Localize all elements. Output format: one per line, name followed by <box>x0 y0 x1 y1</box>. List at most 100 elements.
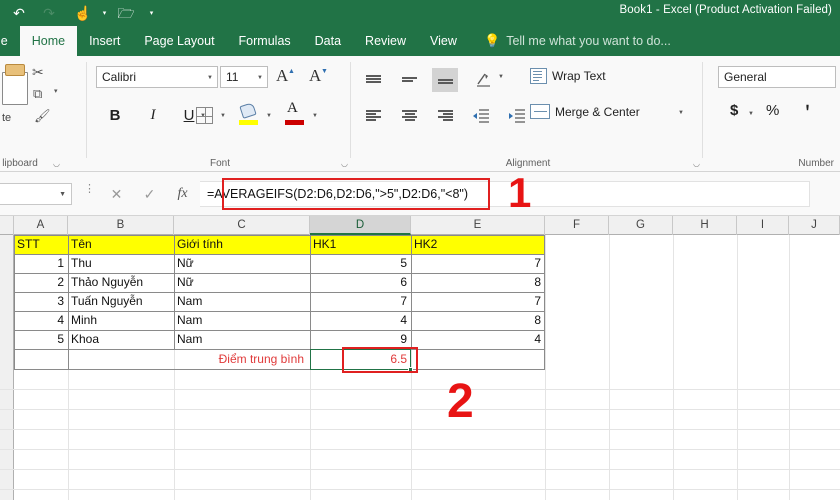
tell-me-search[interactable]: 💡 Tell me what you want to do... <box>484 26 671 56</box>
cell-d1[interactable]: HK1 <box>310 235 411 254</box>
fill-color-caret-icon[interactable]: ▼ <box>266 113 272 119</box>
increase-indent-icon[interactable] <box>504 104 530 128</box>
clipboard-more-icon[interactable]: ▾ <box>54 87 58 95</box>
percent-icon[interactable]: % <box>766 102 779 119</box>
font-color-caret-icon[interactable]: ▼ <box>312 113 318 119</box>
column-header-i[interactable]: I <box>737 216 789 235</box>
cell-c1[interactable]: Giới tính <box>174 235 310 254</box>
cell-e5[interactable]: 8 <box>411 311 545 330</box>
cell-e2[interactable]: 7 <box>411 254 545 273</box>
currency-caret-icon[interactable]: ▼ <box>748 111 754 117</box>
column-header-h[interactable]: H <box>673 216 737 235</box>
column-header-j[interactable]: J <box>789 216 840 235</box>
cell-b6[interactable]: Khoa <box>68 330 174 349</box>
shrink-font-icon[interactable]: A ▼ <box>309 66 328 86</box>
cell-e3[interactable]: 8 <box>411 273 545 292</box>
font-size-caret-icon[interactable]: ▼ <box>257 75 263 81</box>
column-header-f[interactable]: F <box>545 216 609 235</box>
font-size-input[interactable]: 11 ▼ <box>220 66 268 88</box>
column-header-e[interactable]: E <box>411 216 545 235</box>
cell-c4[interactable]: Nam <box>174 292 310 311</box>
cell-summary-label[interactable]: Điểm trung bình <box>68 349 310 369</box>
tab-data[interactable]: Data <box>303 26 353 56</box>
decrease-indent-icon[interactable] <box>468 104 494 128</box>
column-header-g[interactable]: G <box>609 216 673 235</box>
grow-font-icon[interactable]: A ▲ <box>276 66 295 86</box>
cell-d6[interactable]: 9 <box>310 330 411 349</box>
font-color-icon[interactable]: A <box>284 100 306 128</box>
italic-button[interactable]: I <box>140 102 166 128</box>
name-box-caret-icon[interactable]: ▼ <box>59 191 66 198</box>
name-box[interactable]: ▼ <box>0 183 72 205</box>
cell-d4[interactable]: 7 <box>310 292 411 311</box>
cell-a1[interactable]: STT <box>14 235 68 254</box>
cell-c6[interactable]: Nam <box>174 330 310 349</box>
copy-icon[interactable]: ⧉ <box>33 86 42 102</box>
merge-center-caret-icon[interactable]: ▼ <box>678 110 684 116</box>
formula-bar-grip[interactable]: ⋮ <box>84 184 95 195</box>
alignment-dialog-launcher-icon[interactable]: ◡ <box>693 159 700 168</box>
borders-icon[interactable] <box>196 107 213 124</box>
select-all-corner[interactable] <box>0 216 14 235</box>
cell-e1[interactable]: HK2 <box>411 235 545 254</box>
cell-a3[interactable]: 2 <box>14 273 68 292</box>
font-name-caret-icon[interactable]: ▼ <box>207 75 213 81</box>
borders-caret-icon[interactable]: ▼ <box>220 113 226 119</box>
cell-a5[interactable]: 4 <box>14 311 68 330</box>
font-name-input[interactable]: Calibri ▼ <box>96 66 218 88</box>
align-top-icon[interactable] <box>360 68 386 92</box>
merge-center-button[interactable]: Merge & Center <box>530 104 640 119</box>
cell-a4[interactable]: 3 <box>14 292 68 311</box>
fill-handle[interactable] <box>408 367 413 372</box>
formula-input[interactable]: =AVERAGEIFS(D2:D6,D2:D6,">5",D2:D6,"<8") <box>200 181 810 207</box>
cell-c5[interactable]: Nam <box>174 311 310 330</box>
align-middle-icon[interactable] <box>396 68 422 92</box>
align-right-icon[interactable] <box>432 104 458 128</box>
comma-style-icon[interactable]: ＇ <box>800 102 815 123</box>
redo-icon[interactable]: ↷ <box>34 0 64 26</box>
clipboard-dialog-launcher-icon[interactable]: ◡ <box>53 159 60 168</box>
column-header-d[interactable]: D <box>310 216 411 235</box>
cell-a6[interactable]: 5 <box>14 330 68 349</box>
wrap-text-button[interactable]: Wrap Text <box>530 68 606 84</box>
undo-icon[interactable]: ↶ <box>4 0 34 26</box>
cell-a2[interactable]: 1 <box>14 254 68 273</box>
cell-b1[interactable]: Tên <box>68 235 174 254</box>
bold-button[interactable]: B <box>102 102 128 128</box>
cut-icon[interactable]: ✂ <box>32 64 44 81</box>
cell-e4[interactable]: 7 <box>411 292 545 311</box>
open-folder-icon[interactable]: 🗁 <box>111 0 141 26</box>
orientation-icon[interactable] <box>476 70 494 88</box>
cell-d7-result[interactable]: 6.5 <box>310 349 411 369</box>
cell-b2[interactable]: Thu <box>68 254 174 273</box>
touch-mode-icon[interactable]: ☝ <box>68 0 98 26</box>
cell-b3[interactable]: Thảo Nguyễn <box>68 273 174 292</box>
tab-page-layout[interactable]: Page Layout <box>132 26 226 56</box>
format-painter-icon[interactable]: 🖌 <box>34 108 51 124</box>
font-dialog-launcher-icon[interactable]: ◡ <box>341 159 348 168</box>
cell-c2[interactable]: Nữ <box>174 254 310 273</box>
cell-d3[interactable]: 6 <box>310 273 411 292</box>
customize-qat-icon[interactable]: ▾ <box>145 0 158 26</box>
tab-view[interactable]: View <box>418 26 469 56</box>
align-left-icon[interactable] <box>360 104 386 128</box>
fill-color-icon[interactable] <box>238 102 260 128</box>
cell-d5[interactable]: 4 <box>310 311 411 330</box>
tab-insert[interactable]: Insert <box>77 26 132 56</box>
cell-d2[interactable]: 5 <box>310 254 411 273</box>
tab-formulas[interactable]: Formulas <box>227 26 303 56</box>
currency-icon[interactable]: $ <box>730 102 738 119</box>
cell-c3[interactable]: Nữ <box>174 273 310 292</box>
tab-home[interactable]: Home <box>19 26 78 56</box>
touch-mode-caret-icon[interactable]: ▾ <box>98 0 111 26</box>
align-bottom-icon[interactable] <box>432 68 458 92</box>
column-header-c[interactable]: C <box>174 216 310 235</box>
orientation-caret-icon[interactable]: ▼ <box>498 74 504 80</box>
tab-review[interactable]: Review <box>353 26 418 56</box>
number-format-input[interactable]: General <box>718 66 836 88</box>
cell-e6[interactable]: 4 <box>411 330 545 349</box>
paste-icon[interactable] <box>0 64 34 110</box>
enter-formula-icon[interactable]: ✓ <box>133 183 166 205</box>
tab-file[interactable]: le <box>0 26 20 56</box>
cancel-formula-icon[interactable]: ✕ <box>100 183 133 205</box>
